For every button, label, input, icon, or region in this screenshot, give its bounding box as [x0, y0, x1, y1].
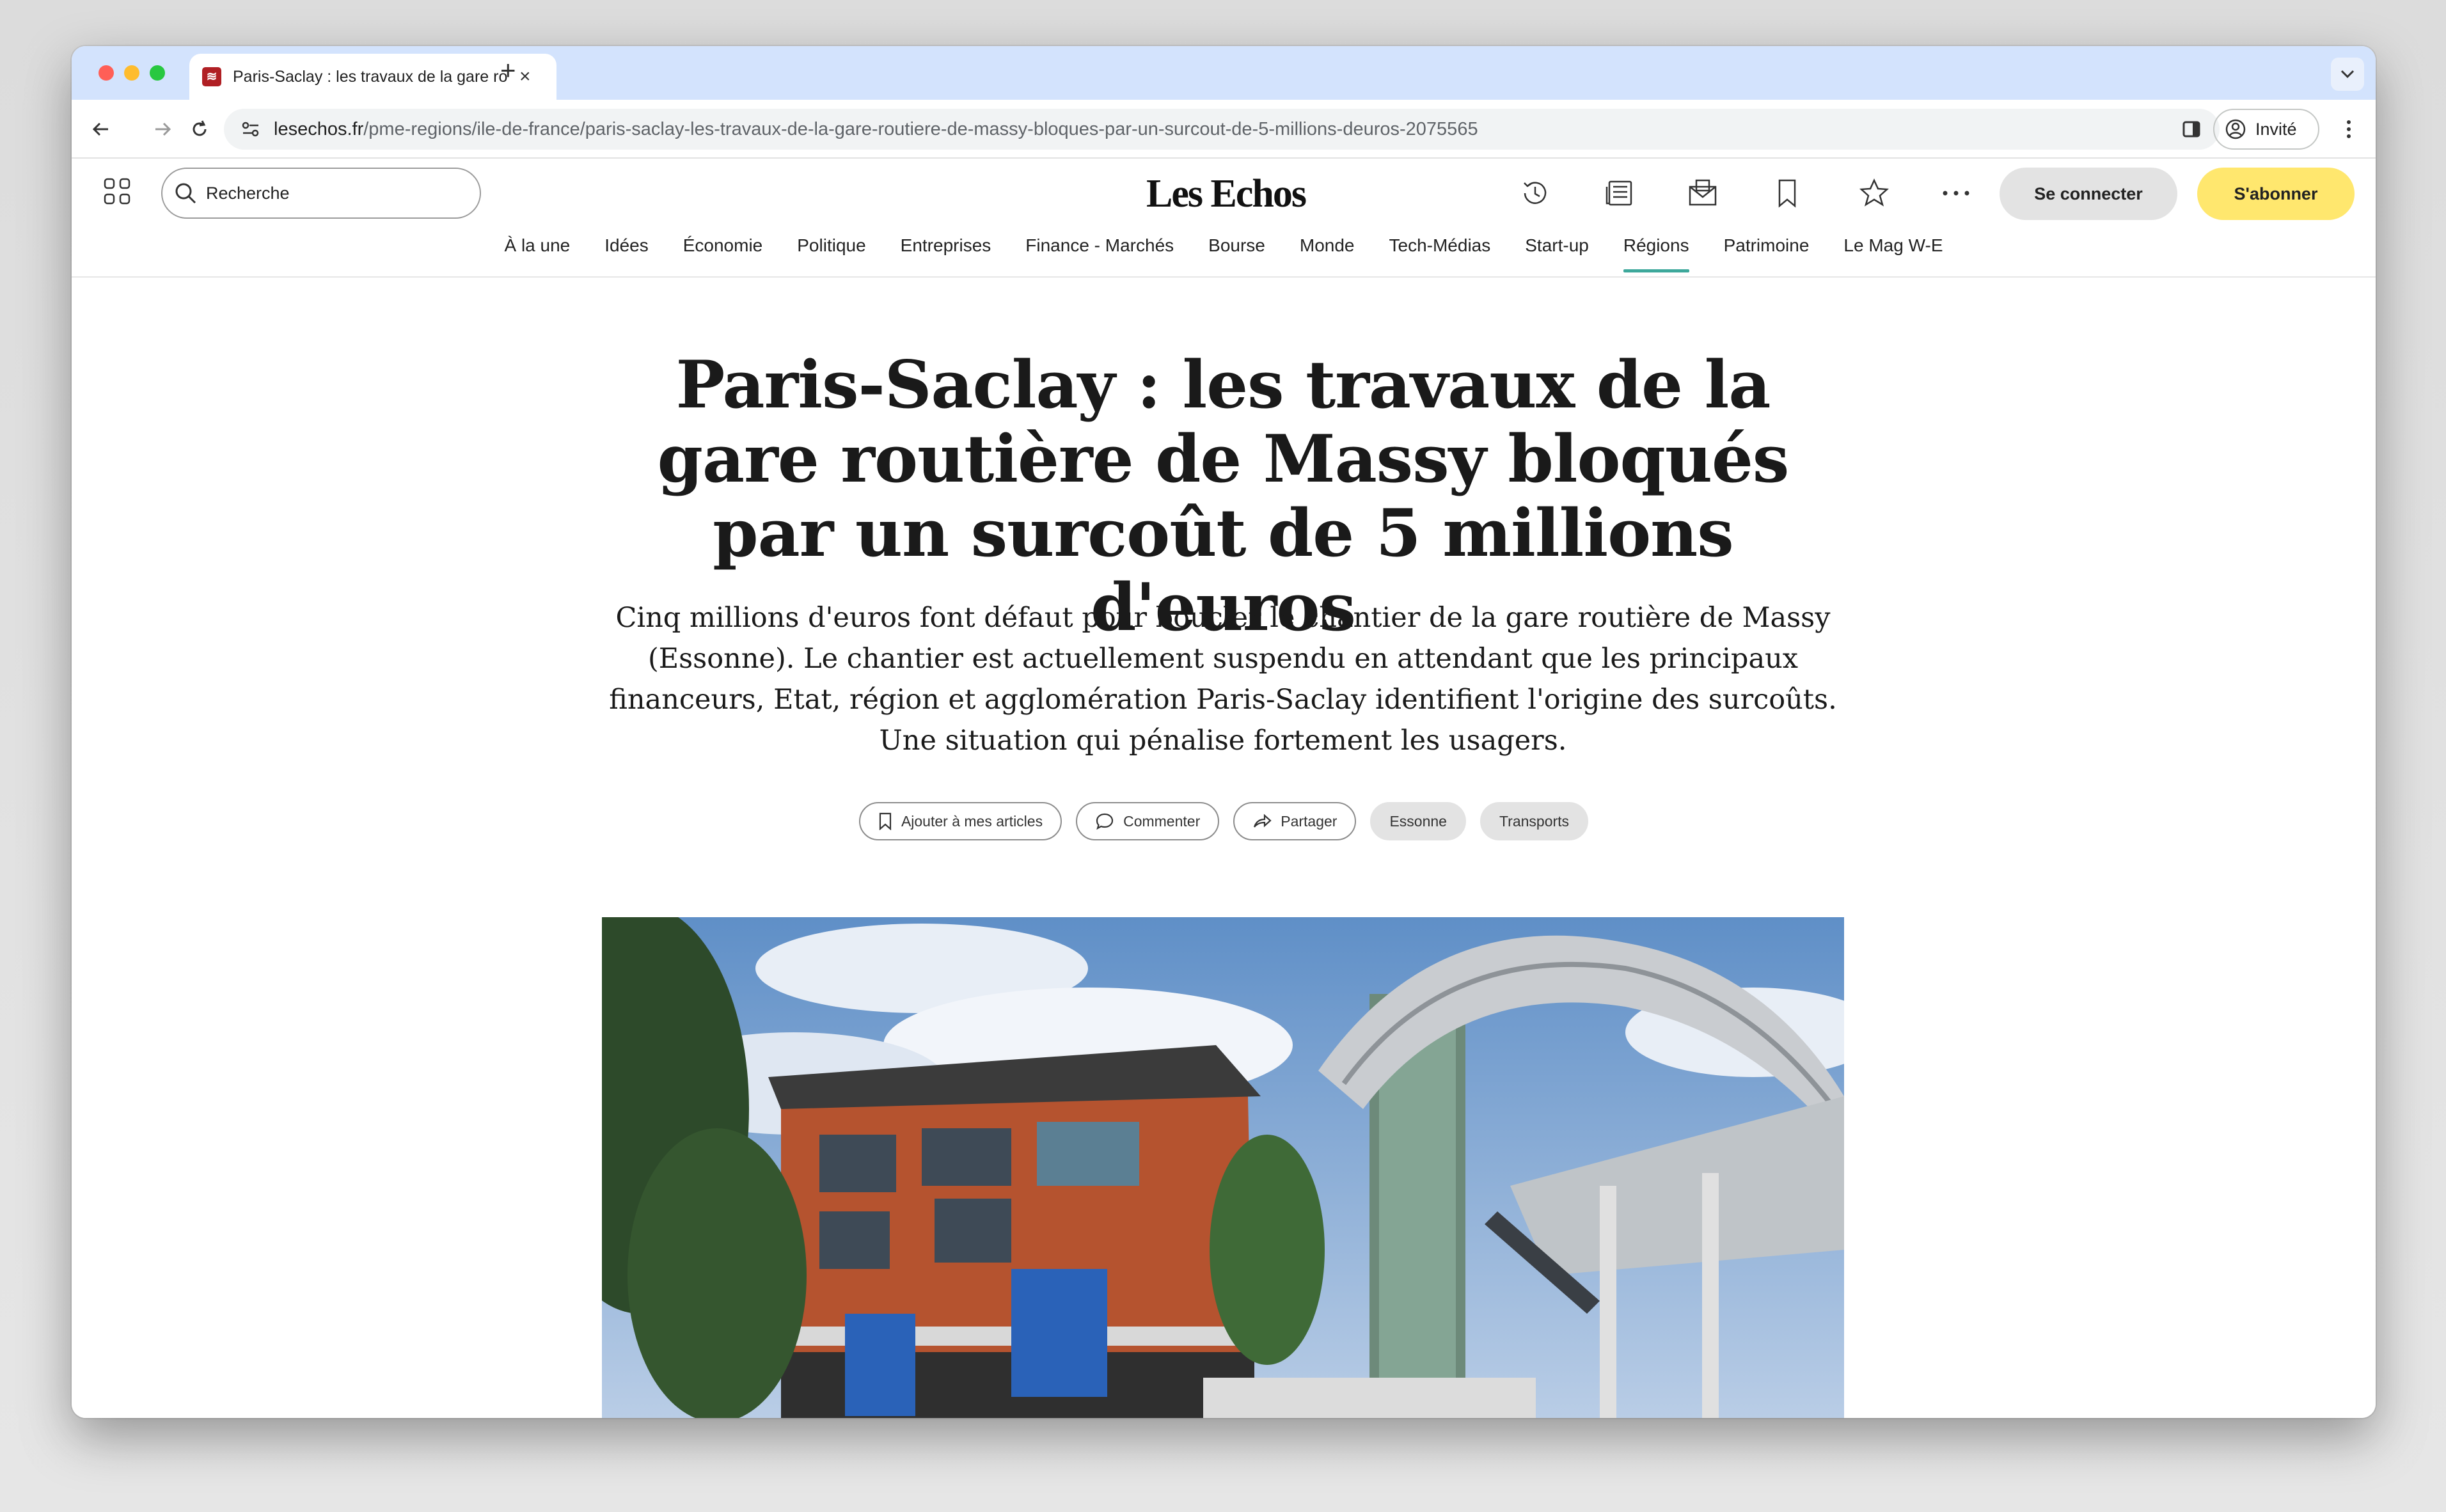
nav-item-start-up[interactable]: Start-up	[1525, 235, 1589, 271]
side-panel-icon	[2182, 121, 2200, 138]
article: Paris-Saclay : les travaux de la gare ro…	[72, 278, 2376, 1418]
chevron-down-icon	[2340, 70, 2355, 79]
article-actions: Ajouter à mes articles Commenter Partage…	[72, 802, 2376, 840]
main-navigation: À la une Idées Économie Politique Entrep…	[72, 235, 2376, 272]
article-lede: Cinq millions d'euros font défaut pour b…	[609, 602, 1837, 757]
star-icon[interactable]	[1858, 177, 1891, 210]
browser-menu-button[interactable]	[2333, 114, 2364, 145]
nav-item-a-la-une[interactable]: À la une	[504, 235, 570, 271]
tag-essonne[interactable]: Essonne	[1370, 802, 1466, 840]
side-panel-button[interactable]	[2176, 114, 2207, 145]
reload-button[interactable]	[184, 114, 215, 145]
nav-item-entreprises[interactable]: Entreprises	[901, 235, 991, 271]
bookmark-icon[interactable]	[1771, 177, 1804, 210]
newspaper-icon[interactable]	[1603, 177, 1636, 210]
url-text: lesechos.fr/pme-regions/ile-de-france/pa…	[274, 118, 1478, 139]
article-hero-image	[602, 917, 1844, 1418]
reload-icon	[193, 120, 207, 136]
user-circle-icon	[2225, 119, 2246, 139]
tab-search-button[interactable]	[2331, 58, 2364, 91]
nav-item-idees[interactable]: Idées	[604, 235, 649, 271]
site-search-input[interactable]: Recherche	[161, 168, 481, 219]
subscribe-button[interactable]: S'abonner	[2197, 168, 2355, 220]
new-tab-button[interactable]: +	[500, 55, 516, 86]
save-article-button[interactable]: Ajouter à mes articles	[858, 802, 1062, 840]
history-icon[interactable]	[1519, 177, 1552, 210]
nav-item-le-mag-we[interactable]: Le Mag W-E	[1843, 235, 1943, 271]
minimize-window-button[interactable]	[124, 65, 139, 81]
address-bar[interactable]: lesechos.fr/pme-regions/ile-de-france/pa…	[224, 109, 2220, 150]
tab-title: Paris-Saclay : les travaux de la gare ro…	[233, 67, 508, 86]
arrow-right-icon	[155, 122, 171, 136]
back-button[interactable]	[86, 114, 116, 145]
bookmark-icon	[879, 812, 892, 830]
share-icon	[1254, 814, 1272, 828]
maximize-window-button[interactable]	[150, 65, 165, 81]
nav-item-regions[interactable]: Régions	[1623, 235, 1689, 272]
site-header: Recherche Les Echos Se connecter S'abonn…	[72, 159, 2376, 278]
nav-item-economie[interactable]: Économie	[683, 235, 763, 271]
nav-item-finance-marches[interactable]: Finance - Marchés	[1025, 235, 1174, 271]
arrow-left-icon	[92, 122, 108, 136]
comment-icon	[1096, 813, 1114, 830]
save-article-label: Ajouter à mes articles	[901, 812, 1043, 830]
tab-close-icon[interactable]: ×	[519, 66, 531, 88]
nav-item-patrimoine[interactable]: Patrimoine	[1724, 235, 1810, 271]
newsletter-icon[interactable]	[1686, 177, 1719, 210]
login-button[interactable]: Se connecter	[2000, 168, 2177, 220]
browser-toolbar: lesechos.fr/pme-regions/ile-de-france/pa…	[72, 100, 2376, 159]
site-settings-icon[interactable]	[238, 116, 264, 142]
share-label: Partager	[1281, 812, 1337, 830]
more-horizontal-icon[interactable]	[1939, 177, 1973, 210]
comment-label: Commenter	[1123, 812, 1201, 830]
profile-button[interactable]: Invité	[2213, 109, 2319, 150]
more-vertical-icon	[2347, 120, 2351, 138]
close-window-button[interactable]	[99, 65, 114, 81]
comment-button[interactable]: Commenter	[1076, 802, 1220, 840]
menu-grid-icon[interactable]	[102, 177, 133, 207]
tab-strip: ≋ Paris-Saclay : les travaux de la gare …	[72, 46, 2376, 100]
favicon-icon: ≋	[202, 67, 221, 86]
nav-item-monde[interactable]: Monde	[1300, 235, 1355, 271]
share-button[interactable]: Partager	[1233, 802, 1357, 840]
profile-label: Invité	[2255, 119, 2297, 139]
tag-transports[interactable]: Transports	[1479, 802, 1589, 840]
search-placeholder: Recherche	[206, 183, 290, 203]
browser-window: ≋ Paris-Saclay : les travaux de la gare …	[72, 46, 2376, 1418]
nav-item-bourse[interactable]: Bourse	[1208, 235, 1265, 271]
site-logo[interactable]: Les Echos	[1146, 171, 1307, 217]
nav-item-politique[interactable]: Politique	[797, 235, 865, 271]
search-icon	[175, 183, 196, 204]
nav-item-tech-medias[interactable]: Tech-Médias	[1389, 235, 1491, 271]
forward-button[interactable]	[147, 114, 178, 145]
